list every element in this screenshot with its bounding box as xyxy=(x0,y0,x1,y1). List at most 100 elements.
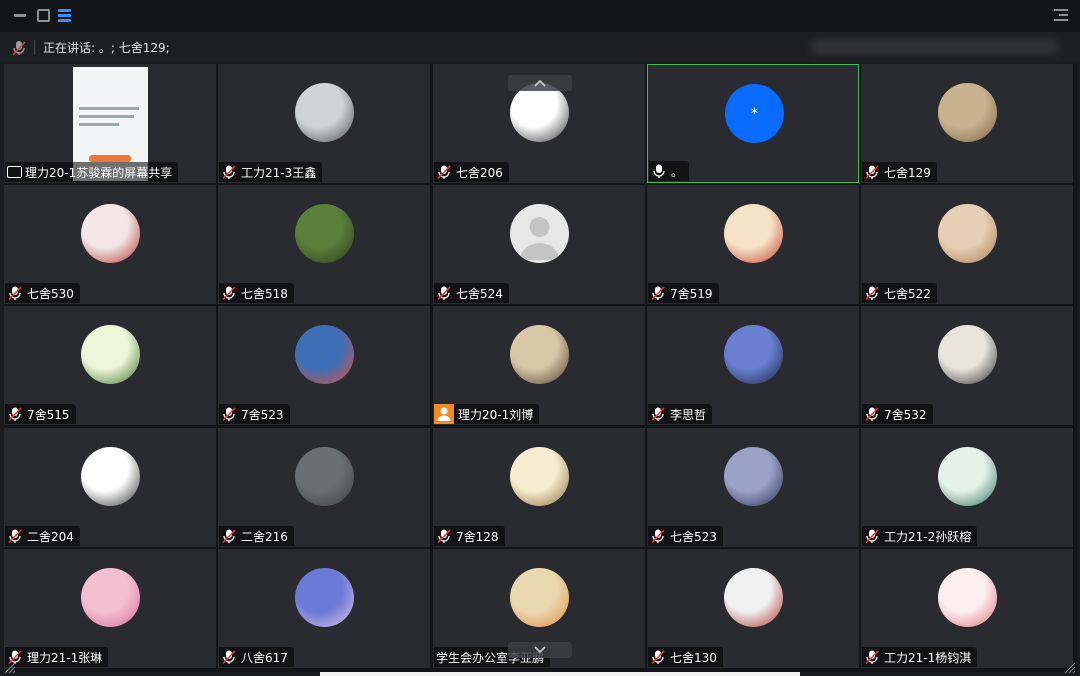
avatar xyxy=(81,447,140,506)
speaking-bar: 正在讲话: 。; 七舍129; xyxy=(0,32,1080,62)
participant-tile[interactable]: 7舍532 xyxy=(861,306,1073,425)
participant-name: 工力21-3王鑫 xyxy=(241,165,317,180)
participant-nametag: 七舍130 xyxy=(648,647,723,667)
participant-name: 7舍532 xyxy=(884,407,927,422)
participant-grid: 理力20-1苏骏霖的屏幕共享 工力21-3王鑫 七舍206 *。七舍129 七舍530 七… xyxy=(4,64,1077,672)
chevron-down-icon xyxy=(534,646,546,654)
participant-nametag: 七舍129 xyxy=(862,162,937,182)
avatar xyxy=(724,568,783,627)
participant-tile[interactable]: 七舍523 xyxy=(647,428,859,547)
participant-tile[interactable]: 八舍617 xyxy=(218,549,430,668)
mic-muted-icon xyxy=(222,165,236,180)
participant-name: 八舍617 xyxy=(241,650,288,665)
resize-grip-right-icon[interactable] xyxy=(1064,662,1076,674)
maximize-icon[interactable] xyxy=(36,8,50,22)
avatar xyxy=(938,568,997,627)
avatar xyxy=(510,325,569,384)
participant-tile[interactable]: 7舍523 xyxy=(218,306,430,425)
participant-name: 二舍216 xyxy=(241,529,288,544)
avatar xyxy=(938,204,997,263)
participant-nametag: 二舍216 xyxy=(219,526,294,546)
participant-name: 七舍524 xyxy=(456,286,503,301)
participant-name: 理力20-1苏骏霖的屏幕共享 xyxy=(25,165,173,180)
participant-tile[interactable]: 工力21-3王鑫 xyxy=(218,64,430,183)
participant-tile[interactable]: 工力21-2孙跃榕 xyxy=(861,428,1073,547)
speaker-mic-icon xyxy=(12,41,26,56)
participant-tile[interactable]: 七舍530 xyxy=(4,185,216,304)
participant-name: 7舍523 xyxy=(241,407,284,422)
list-layout-icon[interactable] xyxy=(58,8,72,22)
participant-tile[interactable]: 工力21-1杨钧淇 xyxy=(861,549,1073,668)
menu-icon[interactable] xyxy=(1054,9,1068,23)
screen-share-icon xyxy=(7,166,22,178)
divider xyxy=(34,40,35,55)
host-person-icon xyxy=(434,404,454,424)
mic-muted-icon xyxy=(8,286,22,301)
participant-tile[interactable]: 七舍518 xyxy=(218,185,430,304)
participant-nametag: 七舍518 xyxy=(219,283,294,303)
mic-muted-icon xyxy=(222,529,236,544)
speaking-label: 正在讲话: 。; 七舍129; xyxy=(43,41,170,55)
avatar xyxy=(295,204,354,263)
avatar xyxy=(724,447,783,506)
participant-nametag: 7舍128 xyxy=(434,526,505,546)
mic-muted-icon xyxy=(651,286,665,301)
minimize-icon[interactable] xyxy=(13,8,27,22)
mic-muted-icon xyxy=(8,529,22,544)
mic-muted-icon xyxy=(651,529,665,544)
participant-tile[interactable]: 七舍522 xyxy=(861,185,1073,304)
participant-nametag: 七舍522 xyxy=(862,283,937,303)
participant-nametag: 二舍204 xyxy=(5,526,80,546)
participant-nametag: 7舍519 xyxy=(648,283,719,303)
participant-nametag: 。 xyxy=(649,161,690,181)
avatar xyxy=(81,568,140,627)
participant-nametag: 工力21-2孙跃榕 xyxy=(862,526,978,546)
participant-name: 二舍204 xyxy=(27,529,74,544)
scroll-down-button[interactable] xyxy=(508,642,572,658)
participant-name: 工力21-2孙跃榕 xyxy=(884,529,972,544)
mic-muted-icon xyxy=(865,407,879,422)
participant-tile[interactable]: 二舍216 xyxy=(218,428,430,547)
participant-tile[interactable]: 7舍128 xyxy=(433,428,645,547)
participant-name: 工力21-1杨钧淇 xyxy=(884,650,972,665)
participant-tile[interactable]: 李思哲 xyxy=(647,306,859,425)
participant-tile[interactable]: 二舍204 xyxy=(4,428,216,547)
participant-name: 七舍523 xyxy=(670,529,717,544)
participant-tile[interactable]: 七舍130 xyxy=(647,549,859,668)
avatar xyxy=(724,204,783,263)
participant-tile[interactable]: 理力20-1苏骏霖的屏幕共享 xyxy=(4,64,216,183)
participant-name: 理力21-1张琳 xyxy=(27,650,103,665)
participant-name: 七舍518 xyxy=(241,286,288,301)
participant-nametag: 八舍617 xyxy=(219,647,294,667)
participant-nametag: 理力21-1张琳 xyxy=(5,647,109,667)
participant-nametag: 7舍515 xyxy=(5,404,76,424)
mic-muted-icon xyxy=(865,286,879,301)
participant-nametag: 7舍523 xyxy=(219,404,290,424)
mic-muted-icon xyxy=(865,529,879,544)
participant-name: 七舍130 xyxy=(670,650,717,665)
participant-tile[interactable]: 7舍519 xyxy=(647,185,859,304)
participant-nametag: 七舍530 xyxy=(5,283,80,303)
scroll-up-button[interactable] xyxy=(508,75,572,91)
participant-nametag: 李思哲 xyxy=(648,404,713,424)
participant-tile[interactable]: 7舍515 xyxy=(4,306,216,425)
participant-tile[interactable]: 理力20-1刘博 xyxy=(433,306,645,425)
participant-tile[interactable]: 七舍129 xyxy=(861,64,1073,183)
participant-tile[interactable]: *。 xyxy=(647,64,859,183)
participant-tile[interactable]: 七舍524 xyxy=(433,185,645,304)
mic-muted-icon xyxy=(437,165,451,180)
participant-tile[interactable]: 理力21-1张琳 xyxy=(4,549,216,668)
participant-name: 。 xyxy=(671,164,684,179)
participant-nametag: 7舍532 xyxy=(862,404,933,424)
avatar: * xyxy=(725,84,784,143)
bottom-scrollbar[interactable] xyxy=(320,672,800,676)
avatar xyxy=(938,447,997,506)
resize-grip-left-icon[interactable] xyxy=(4,662,16,674)
mic-muted-icon xyxy=(651,650,665,665)
participant-nametag: 七舍524 xyxy=(434,283,509,303)
avatar xyxy=(81,204,140,263)
participant-name: 七舍206 xyxy=(456,165,503,180)
title-bar xyxy=(0,0,1080,32)
participant-nametag: 七舍523 xyxy=(648,526,723,546)
participant-name: 李思哲 xyxy=(670,407,707,422)
